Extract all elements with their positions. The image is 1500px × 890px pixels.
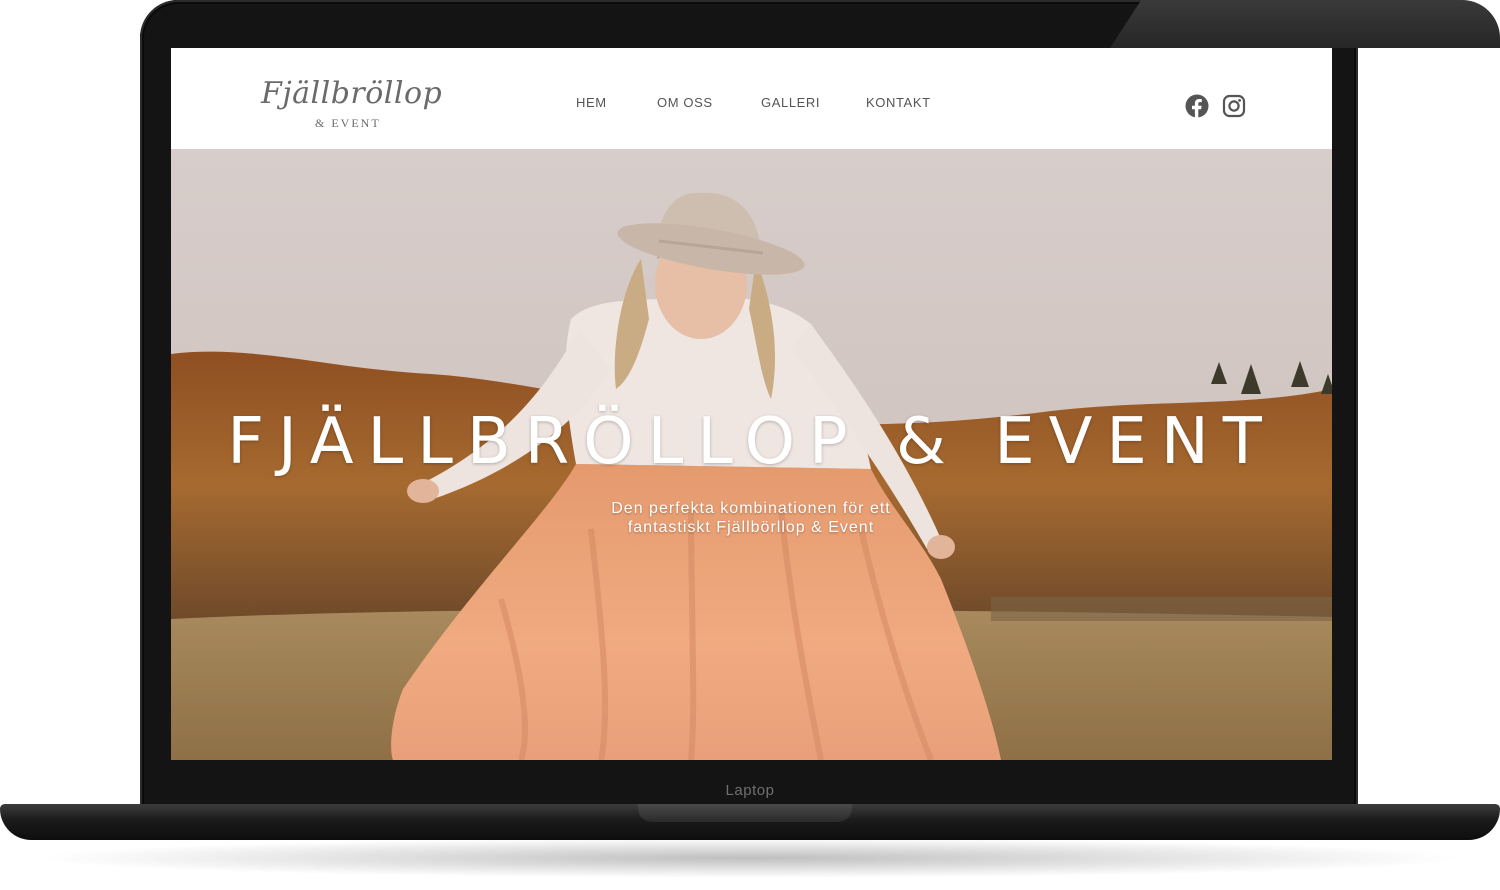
facebook-link[interactable]	[1185, 94, 1209, 118]
site-logo[interactable]: Fjällbröllop & EVENT	[261, 76, 442, 132]
instagram-icon	[1222, 94, 1246, 118]
device-label: Laptop	[725, 782, 775, 799]
hero-subtitle-line-2: fantastiskt Fjällbörllop & Event	[627, 519, 875, 536]
lid-reflection	[1110, 0, 1500, 48]
laptop-shadow	[30, 838, 1470, 878]
hero-title: FJÄLLBRÖLLOP & EVENT	[227, 405, 1276, 479]
logo-subtext: & EVENT	[315, 116, 381, 130]
nav-item-galleri[interactable]: GALLERI	[761, 95, 820, 110]
nav-item-kontakt[interactable]: KONTAKT	[866, 95, 931, 110]
facebook-icon	[1185, 94, 1209, 118]
hero-subtitle-line-1: Den perfekta kombinationen för ett	[611, 500, 891, 517]
laptop-notch	[638, 804, 852, 822]
instagram-link[interactable]	[1222, 94, 1246, 118]
nav-item-om-oss[interactable]: OM OSS	[657, 95, 713, 110]
logo-script-text: Fjällbröllop	[261, 76, 443, 111]
nav-item-hem[interactable]: HEM	[576, 95, 607, 110]
hero-subtitle: Den perfekta kombinationen för ett fanta…	[551, 499, 951, 537]
hero-section: FJÄLLBRÖLLOP & EVENT Den perfekta kombin…	[171, 149, 1332, 760]
website-screen: Fjällbröllop & EVENT HEM OM OSS GALLERI …	[171, 48, 1332, 760]
site-header: Fjällbröllop & EVENT HEM OM OSS GALLERI …	[171, 48, 1332, 149]
